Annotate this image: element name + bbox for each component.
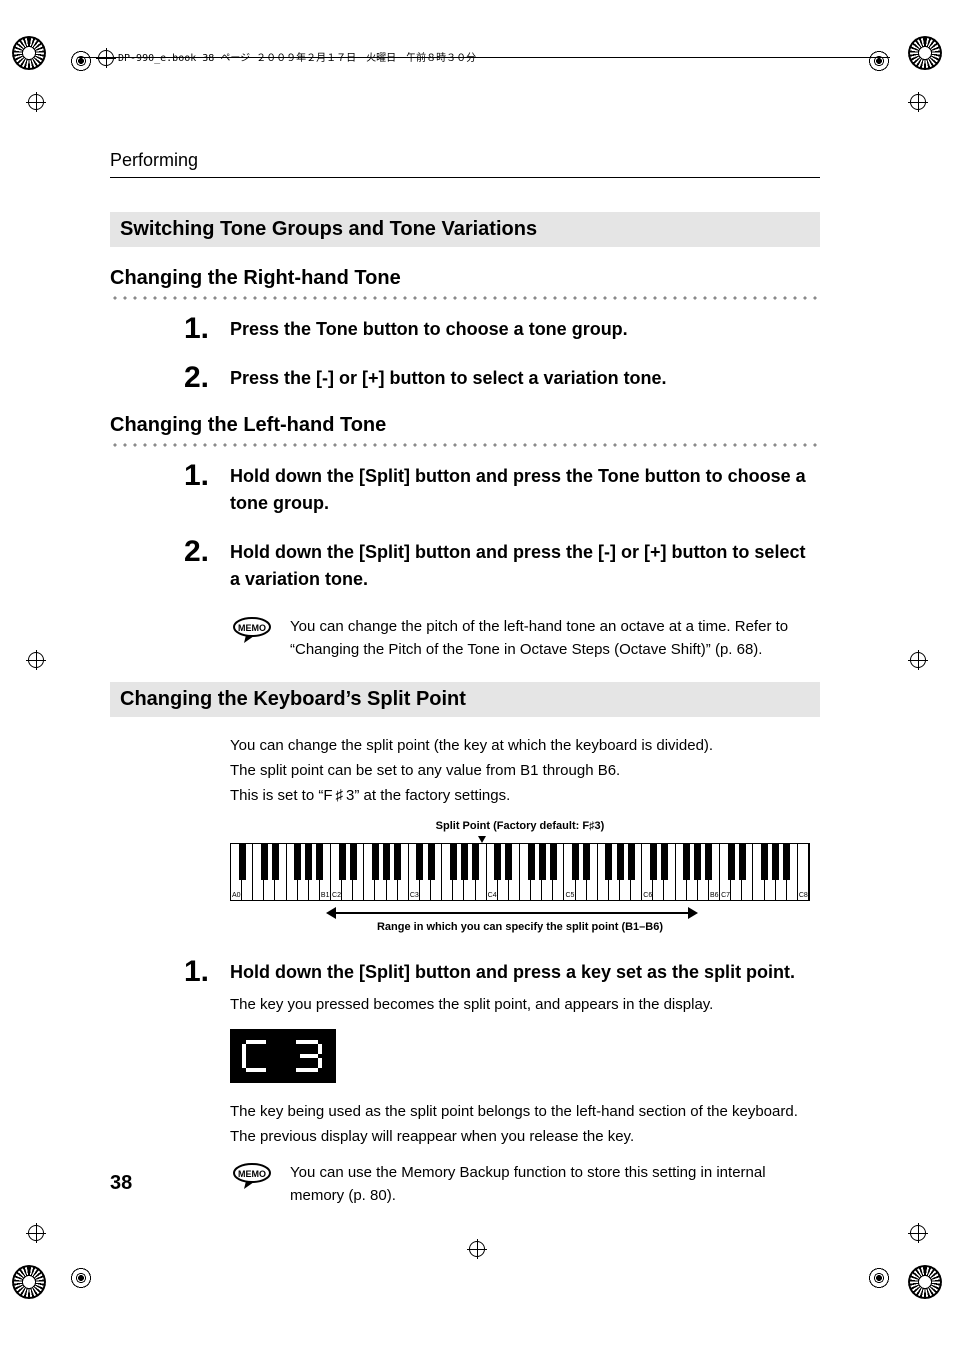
running-head: Performing (110, 150, 820, 171)
kbd-key-label: C8 (799, 892, 808, 899)
body-text: The split point can be set to any value … (230, 762, 820, 779)
kbd-caption-bottom: Range in which you can specify the split… (230, 921, 810, 933)
body-text: The previous display will reappear when … (230, 1128, 820, 1145)
kbd-key-label: A0 (232, 892, 241, 899)
step-text: Hold down the [Split] button and press t… (230, 466, 806, 513)
step-item: 1.Hold down the [Split] button and press… (230, 463, 820, 517)
reg-mark-tr (908, 36, 942, 70)
step-number: 1. (184, 949, 209, 994)
step-number: 1. (184, 306, 209, 351)
heading-split-point: Changing the Keyboard’s Split Point (110, 682, 820, 717)
step-item: 2.Press the [-] or [+] button to select … (230, 365, 820, 392)
step-item: 1.Press the Tone button to choose a tone… (230, 316, 820, 343)
page-number: 38 (110, 1172, 132, 1195)
kbd-caption-top: Split Point (Factory default: F♯3) (230, 820, 810, 832)
divider (110, 177, 820, 178)
step-item: 1.Hold down the [Split] button and press… (230, 959, 820, 986)
svg-text:MEMO: MEMO (238, 623, 266, 633)
kbd-key-label: B1 (321, 892, 330, 899)
split-notes: The key being used as the split point be… (230, 1103, 820, 1145)
reg-mark-tr2 (866, 48, 892, 74)
reg-mark-tl2 (68, 48, 94, 74)
step-text: Press the Tone button to choose a tone g… (230, 319, 628, 339)
crosshair-icon (908, 92, 928, 112)
step-text: Press the [-] or [+] button to select a … (230, 368, 667, 388)
split-after-text: The key you pressed becomes the split po… (230, 996, 820, 1013)
memo-text: You can change the pitch of the left-han… (290, 615, 820, 662)
crosshair-icon (908, 650, 928, 670)
crosshair-icon (908, 1223, 928, 1243)
split-pointer-icon (478, 836, 486, 843)
crosshair-icon (26, 650, 46, 670)
memo-icon: MEMO (230, 617, 274, 662)
body-text: You can change the split point (the key … (230, 737, 820, 754)
crosshair-icon (96, 48, 116, 68)
kbd-key-label: C2 (332, 892, 341, 899)
step-text: Hold down the [Split] button and press t… (230, 542, 805, 589)
kbd-key-label: C7 (721, 892, 730, 899)
heading-tone-groups: Switching Tone Groups and Tone Variation… (110, 212, 820, 247)
steps-right-hand: 1.Press the Tone button to choose a tone… (110, 316, 820, 392)
memo-icon: MEMO (230, 1163, 274, 1208)
kbd-key-label: B6 (710, 892, 719, 899)
step-number: 1. (184, 453, 209, 498)
subhead-right-hand: Changing the Right-hand Tone (110, 267, 820, 290)
crosshair-icon (26, 1223, 46, 1243)
kbd-key-label: C4 (488, 892, 497, 899)
reg-mark-bl2 (68, 1265, 94, 1291)
reg-mark-br2 (866, 1265, 892, 1291)
split-intro: You can change the split point (the key … (230, 737, 820, 804)
memo-text: You can use the Memory Backup function t… (290, 1161, 820, 1208)
body-text: The key being used as the split point be… (230, 1103, 820, 1120)
crosshair-icon (26, 92, 46, 112)
memo-octave-shift: MEMO You can change the pitch of the lef… (230, 615, 820, 662)
body-text: The key you pressed becomes the split po… (230, 996, 820, 1013)
kbd-key-label: C6 (643, 892, 652, 899)
kbd-key-label: C3 (410, 892, 419, 899)
keyboard-diagram: Split Point (Factory default: F♯3) A0B1C… (230, 820, 810, 933)
body-text: This is set to “F ♯ 3” at the factory se… (230, 787, 820, 804)
reg-mark-tl (12, 36, 46, 70)
reg-mark-br (908, 1265, 942, 1299)
keyboard: A0 B1C2 C3 C4 C5 C6 B6C7 C8 (230, 843, 810, 901)
dotted-rule (110, 294, 820, 302)
memo-memory-backup: MEMO You can use the Memory Backup funct… (230, 1161, 820, 1208)
step-item: 2.Hold down the [Split] button and press… (230, 539, 820, 593)
svg-text:MEMO: MEMO (238, 1169, 266, 1179)
lcd-display (230, 1029, 336, 1083)
kbd-range-arrow (230, 907, 810, 919)
kbd-key-label: C5 (565, 892, 574, 899)
trim-note: DP-990_e.book 38 ページ ２００９年２月１７日 火曜日 午前８時… (118, 49, 476, 64)
steps-split: 1.Hold down the [Split] button and press… (110, 959, 820, 986)
crosshair-icon (467, 1239, 487, 1259)
dotted-rule (110, 441, 820, 449)
step-number: 2. (184, 355, 209, 400)
step-number: 2. (184, 529, 209, 574)
steps-left-hand: 1.Hold down the [Split] button and press… (110, 463, 820, 593)
subhead-left-hand: Changing the Left-hand Tone (110, 414, 820, 437)
reg-mark-bl (12, 1265, 46, 1299)
step-text: Hold down the [Split] button and press a… (230, 962, 795, 982)
